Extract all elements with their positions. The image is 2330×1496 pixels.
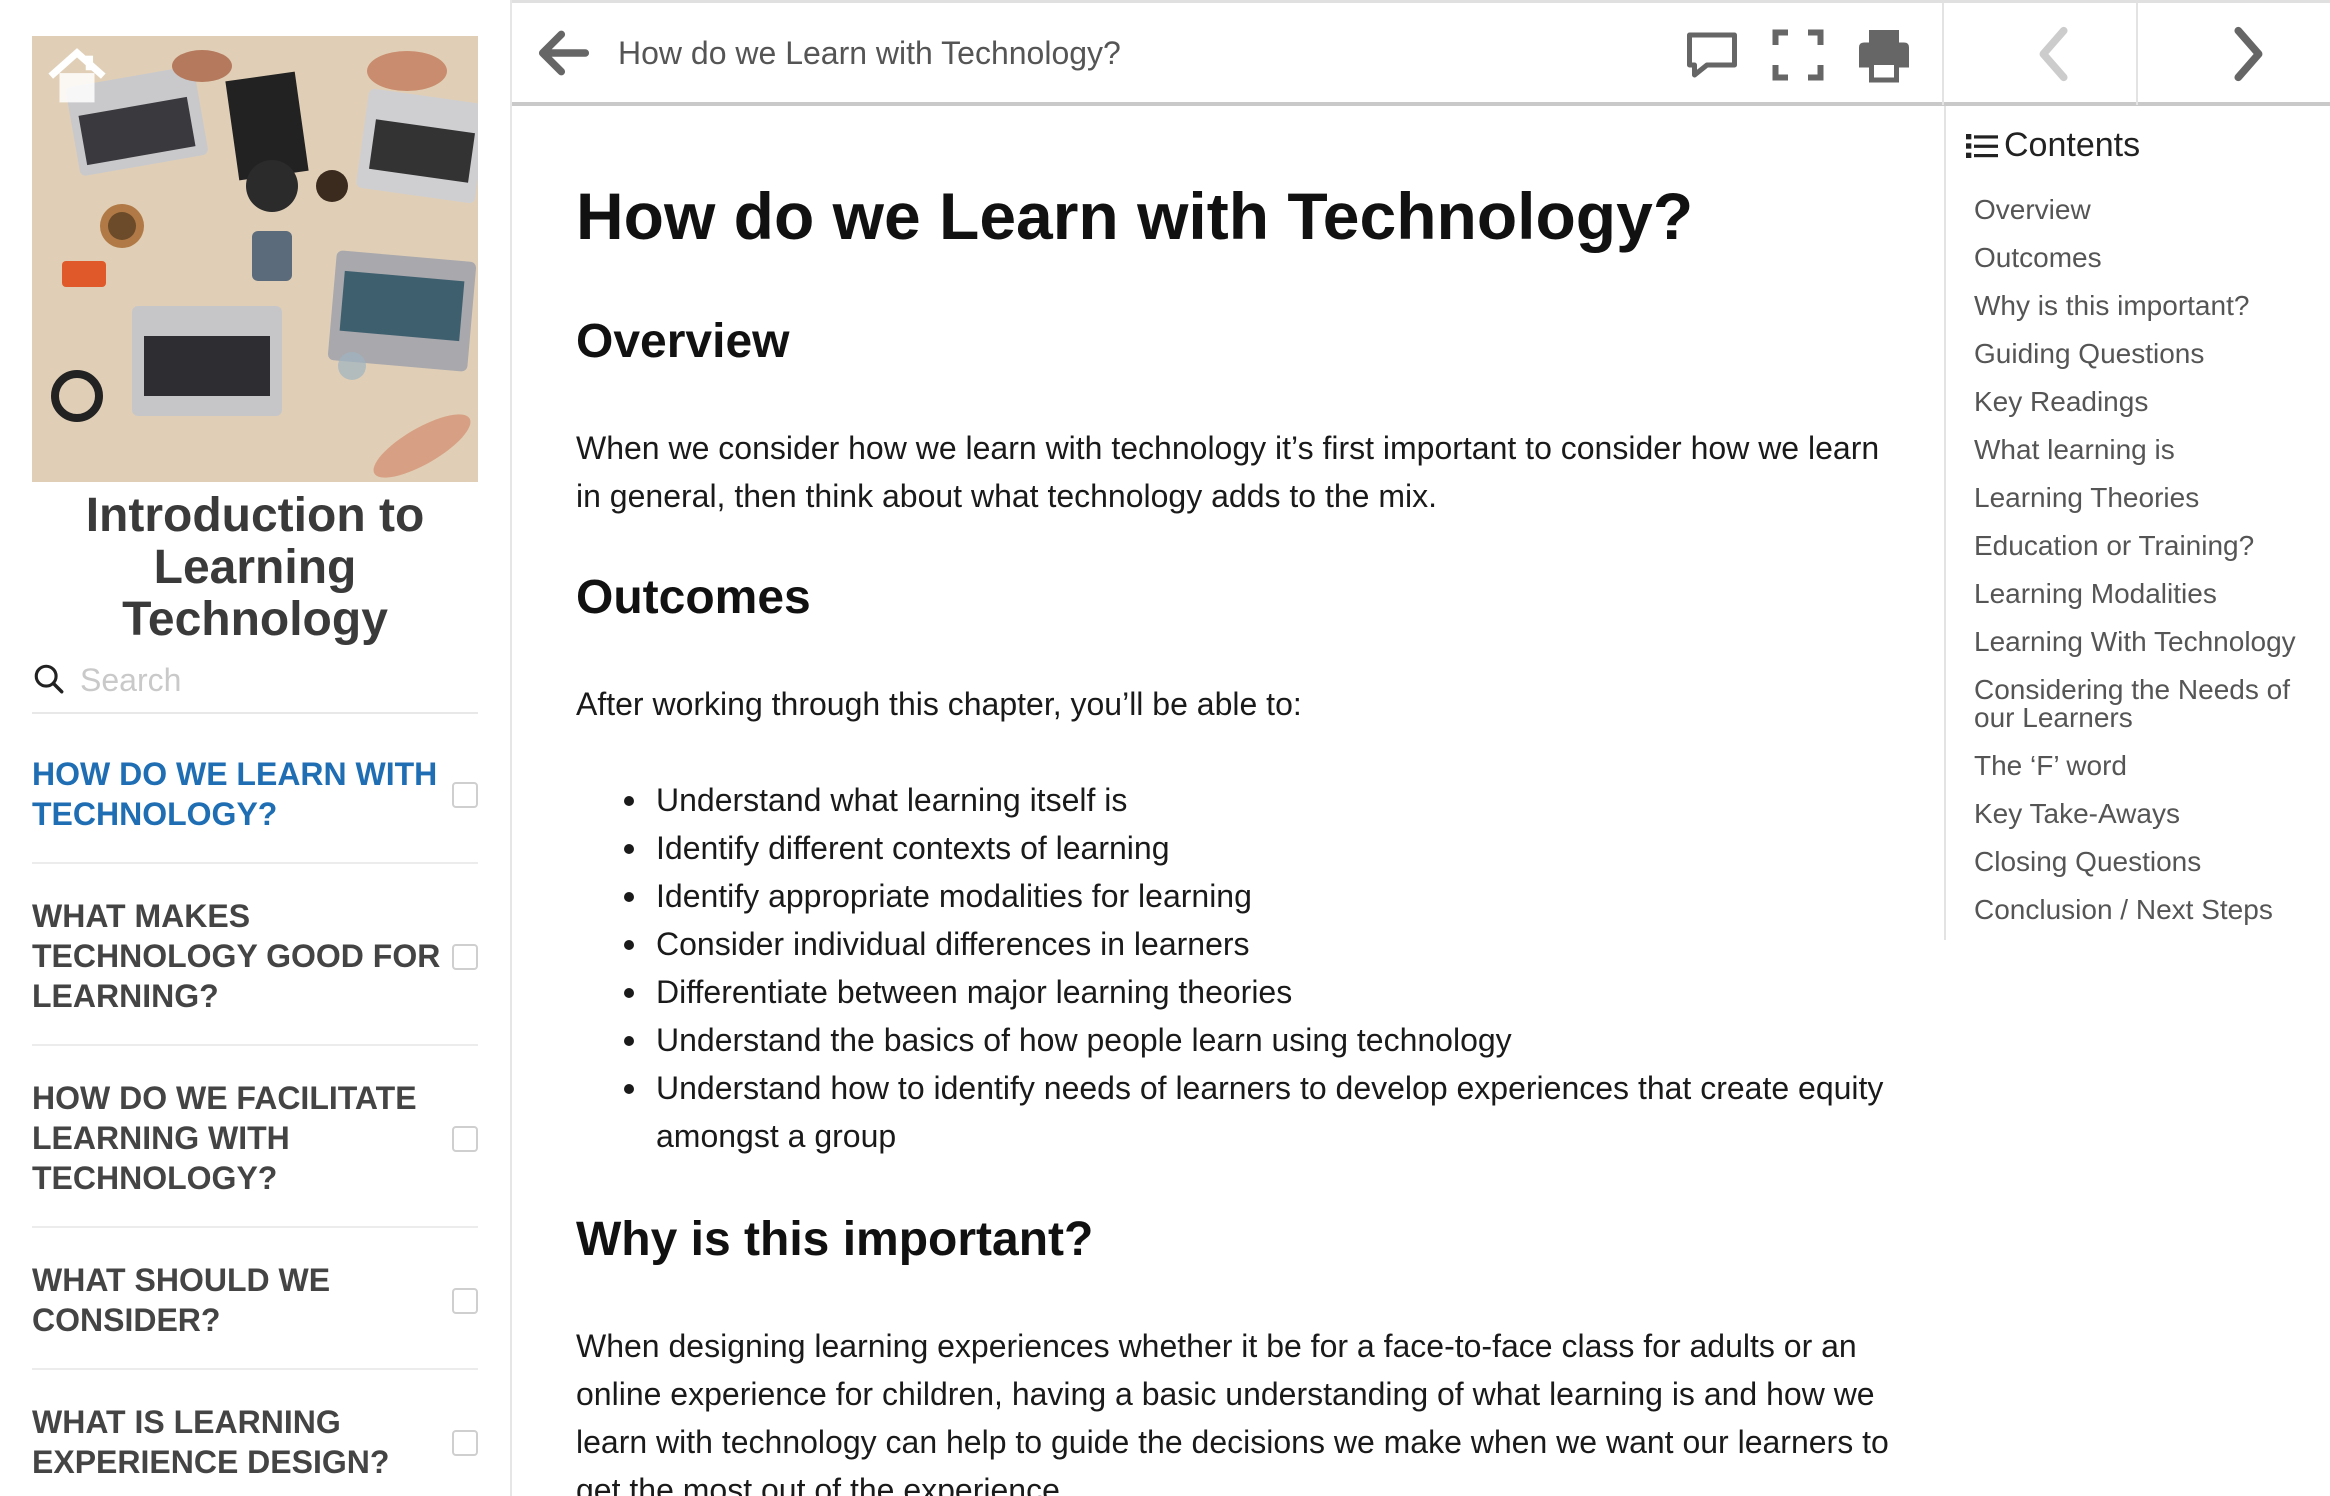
toolbar-divider	[2136, 3, 2138, 105]
toc-link[interactable]: Conclusion / Next Steps	[1974, 896, 2324, 924]
toc-title: Contents	[2004, 126, 2141, 164]
print-icon[interactable]	[1854, 25, 1914, 85]
toc-link[interactable]: Key Readings	[1974, 388, 2324, 416]
search-icon	[34, 664, 64, 694]
toolbar-divider	[1942, 3, 1944, 105]
toc-link[interactable]: Overview	[1974, 196, 2324, 224]
chevron-left-icon[interactable]	[2020, 19, 2090, 89]
list-item: Identify different contexts of learning	[576, 824, 1896, 872]
chapter-item[interactable]: WHAT SHOULD WE CONSIDER?	[32, 1246, 478, 1370]
toc-link[interactable]: Learning With Technology	[1974, 628, 2324, 656]
chapter-item[interactable]: WHAT MAKES TECHNOLOGY GOOD FOR LEARNING?	[32, 882, 478, 1046]
chapter-checkbox[interactable]	[452, 1288, 478, 1314]
chapter-content: How do we Learn with Technology? Overvie…	[576, 106, 1906, 1496]
chapter-list: HOW DO WE LEARN WITH TECHNOLOGY? WHAT MA…	[32, 740, 478, 1496]
comment-icon[interactable]	[1682, 25, 1742, 85]
toc-header: Contents	[1966, 126, 2140, 165]
fullscreen-icon[interactable]	[1768, 25, 1828, 85]
list-item: Understand the basics of how people lear…	[576, 1016, 1896, 1064]
reader-app: Introduction to Learning Technology HOW …	[0, 0, 2330, 1496]
toc-link[interactable]: Learning Theories	[1974, 484, 2324, 512]
chapter-label: HOW DO WE LEARN WITH TECHNOLOGY?	[32, 756, 438, 832]
chapter-label: WHAT SHOULD WE CONSIDER?	[32, 1262, 331, 1338]
chapter-item[interactable]: HOW DO WE LEARN WITH TECHNOLOGY?	[32, 740, 478, 864]
section-heading-overview: Overview	[576, 315, 790, 368]
list-item: Differentiate between major learning the…	[576, 968, 1896, 1016]
outcomes-list: Understand what learning itself is Ident…	[576, 776, 1896, 1160]
toc-link[interactable]: Outcomes	[1974, 244, 2324, 272]
chapter-label: WHAT MAKES TECHNOLOGY GOOD FOR LEARNING?	[32, 898, 441, 1014]
toc-link[interactable]: Why is this important?	[1974, 292, 2324, 320]
book-title: Introduction to Learning Technology	[85, 489, 425, 646]
chapter-checkbox[interactable]	[452, 944, 478, 970]
chapter-checkbox[interactable]	[452, 1126, 478, 1152]
chevron-right-icon[interactable]	[2212, 19, 2282, 89]
search-bar	[32, 658, 478, 714]
list-item: Understand how to identify needs of lear…	[576, 1064, 1896, 1160]
toc-link[interactable]: The ‘F’ word	[1974, 752, 2324, 780]
chapter-label: HOW DO WE FACILITATE LEARNING WITH TECHN…	[32, 1080, 417, 1196]
sidebar: Introduction to Learning Technology HOW …	[0, 0, 512, 1496]
toc-list: Overview Outcomes Why is this important?…	[1974, 196, 2324, 944]
toc-link[interactable]: What learning is	[1974, 436, 2324, 464]
home-icon[interactable]	[42, 44, 112, 114]
list-item: Consider individual differences in learn…	[576, 920, 1896, 968]
chapter-checkbox[interactable]	[452, 1430, 478, 1456]
section-heading-outcomes: Outcomes	[576, 571, 811, 624]
arrow-left-icon[interactable]	[532, 21, 596, 85]
toc-link[interactable]: Considering the Needs of our Learners	[1974, 676, 2324, 732]
toc-link[interactable]: Key Take-Aways	[1974, 800, 2324, 828]
why-text: When designing learning experiences whet…	[576, 1328, 1889, 1496]
toc-link[interactable]: Learning Modalities	[1974, 580, 2324, 608]
outcomes-intro: After working through this chapter, you’…	[576, 686, 1302, 722]
toc-link[interactable]: Guiding Questions	[1974, 340, 2324, 368]
list-item: Identify appropriate modalities for lear…	[576, 872, 1896, 920]
page-heading: How do we Learn with Technology?	[618, 35, 1121, 71]
search-input[interactable]	[78, 658, 472, 702]
chapter-checkbox[interactable]	[452, 782, 478, 808]
overview-text: When we consider how we learn with techn…	[576, 430, 1880, 514]
toc-link[interactable]: Education or Training?	[1974, 532, 2324, 560]
chapter-item[interactable]: HOW DO WE FACILITATE LEARNING WITH TECHN…	[32, 1064, 478, 1228]
section-heading-why: Why is this important?	[576, 1213, 1094, 1266]
chapter-label: WHAT IS LEARNING EXPERIENCE DESIGN?	[32, 1404, 390, 1480]
chapter-item[interactable]: WHAT IS LEARNING EXPERIENCE DESIGN?	[32, 1388, 478, 1496]
list-icon	[1966, 134, 1998, 158]
book-cover-image	[32, 36, 478, 482]
table-of-contents: Contents Overview Outcomes Why is this i…	[1944, 106, 2330, 940]
toc-link[interactable]: Closing Questions	[1974, 848, 2324, 876]
top-toolbar: How do we Learn with Technology?	[512, 0, 2330, 106]
list-item: Understand what learning itself is	[576, 776, 1896, 824]
chapter-title: How do we Learn with Technology?	[576, 179, 1694, 253]
